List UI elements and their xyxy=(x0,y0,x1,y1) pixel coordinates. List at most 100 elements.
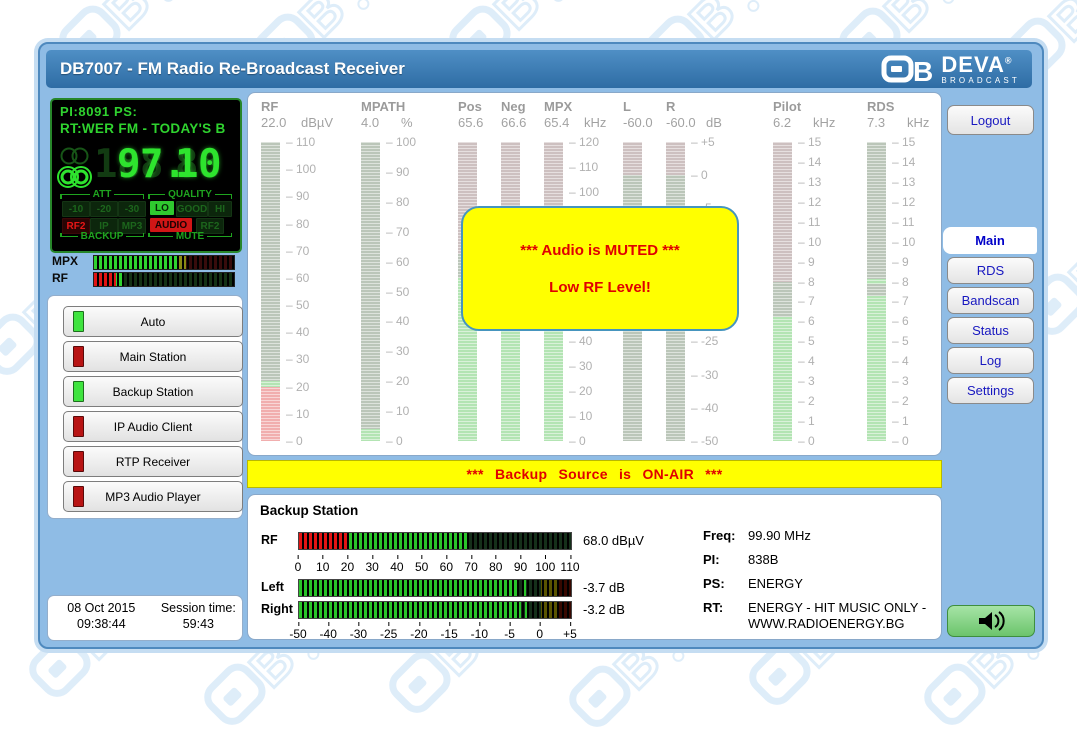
meter-tick-rds-2: – 2 xyxy=(892,394,909,408)
tuner-meters-panel: RF22.0dBµV– 110– 100– 90– 80– 70– 60– 50… xyxy=(247,92,942,456)
lcd-display: PI:8091 PS: RT:WER FM - TODAY'S B 18987.… xyxy=(50,98,242,253)
att-bracket: ATT xyxy=(60,189,144,200)
onair-banner: *** Backup Source is ON-AIR *** xyxy=(247,460,942,488)
source-button-rtp-receiver[interactable]: RTP Receiver xyxy=(63,446,243,477)
session-time-value: 59:43 xyxy=(155,617,242,631)
alert-line1: *** Audio is MUTED *** xyxy=(520,242,679,259)
meter-tick-rds-4: – 4 xyxy=(892,354,909,368)
meter-tick-pilot-6: – 6 xyxy=(798,314,815,328)
logout-button[interactable]: Logout xyxy=(947,105,1034,135)
mono-indicator-icon xyxy=(59,146,93,166)
tab-log[interactable]: Log xyxy=(947,347,1034,374)
lcd-indicator-quality-hi: HI xyxy=(208,201,232,217)
green-led-icon xyxy=(73,381,84,402)
backup-info-value-pi: 838B xyxy=(748,552,963,568)
meter-tick-rds-3: – 3 xyxy=(892,374,909,388)
meter-bar-pilot xyxy=(773,142,792,441)
meter-label-l: L xyxy=(623,99,631,114)
source-button-auto[interactable]: Auto xyxy=(63,306,243,337)
meter-label-rf: RF xyxy=(261,99,278,114)
meter-value-l: -60.0 xyxy=(623,115,663,130)
source-button-mp3-audio-player[interactable]: MP3 Audio Player xyxy=(63,481,243,512)
audio-muted-alert: *** Audio is MUTED *** Low RF Level! xyxy=(461,206,739,331)
meter-tick-rf-10: – 10 xyxy=(286,407,309,421)
meter-tick-rds-8: – 8 xyxy=(892,275,909,289)
backup-meter-value-left: -3.7 dB xyxy=(583,580,625,595)
source-button-main-station[interactable]: Main Station xyxy=(63,341,243,372)
meter-value-mpx: 65.4kHz xyxy=(544,115,606,130)
meter-tick-rf-110: – 110 xyxy=(286,135,315,149)
meter-tick-mpath-80: – 80 xyxy=(386,195,409,209)
source-button-ip-audio-client[interactable]: IP Audio Client xyxy=(63,411,243,442)
meter-tick-pilot-14: – 14 xyxy=(798,155,821,169)
meter-tick-mpath-70: – 70 xyxy=(386,225,409,239)
mini-meter-bar-mpx xyxy=(93,255,235,270)
backup-meter-label-left: Left xyxy=(261,580,284,594)
meter-tick-mpx-20: – 20 xyxy=(569,384,592,398)
meter-tick-rds-12: – 12 xyxy=(892,195,915,209)
tab-status[interactable]: Status xyxy=(947,317,1034,344)
source-button-backup-station[interactable]: Backup Station xyxy=(63,376,243,407)
meter-tick-pilot-13: – 13 xyxy=(798,175,821,189)
tab-settings[interactable]: Settings xyxy=(947,377,1034,404)
backup-meter-bar-rf xyxy=(298,532,572,550)
backup-meter-value-right: -3.2 dB xyxy=(583,602,625,617)
meter-label-rds: RDS xyxy=(867,99,894,114)
meter-tick-mpath-20: – 20 xyxy=(386,374,409,388)
frequency-digit: 1 xyxy=(94,141,117,189)
meter-tick-rf-70: – 70 xyxy=(286,244,309,258)
listen-speaker-button[interactable] xyxy=(947,605,1035,637)
backup-info-label-rt: RT: xyxy=(703,600,723,615)
app-window: DB7007 - FM Radio Re-Broadcast Receiver … xyxy=(38,42,1044,649)
alert-line2: Low RF Level! xyxy=(549,279,651,296)
meter-tick-rds-14: – 14 xyxy=(892,155,915,169)
svg-text:B: B xyxy=(874,0,942,42)
meter-tick-mpath-0: – 0 xyxy=(386,434,403,448)
meter-value-neg: 66.6 xyxy=(501,115,541,130)
backup-info-label-pi: PI: xyxy=(703,552,720,567)
meter-label-pilot: Pilot xyxy=(773,99,801,114)
quality-bracket: QUALITY xyxy=(148,189,232,200)
meter-tick-pilot-2: – 2 xyxy=(798,394,815,408)
meter-tick-pilot-5: – 5 xyxy=(798,334,815,348)
meter-tick-rds-10: – 10 xyxy=(892,235,915,249)
meter-tick-mpath-30: – 30 xyxy=(386,344,409,358)
meter-tick-rds-7: – 7 xyxy=(892,294,909,308)
backup-meter-bar-right xyxy=(298,601,572,619)
meter-tick-r-0: – 0 xyxy=(691,168,708,182)
frequency-digit: 87 xyxy=(140,141,163,189)
meter-tick-r-50: – -50 xyxy=(691,434,718,448)
clock-value: 09:38:44 xyxy=(48,617,155,631)
meter-tick-mpx-10: – 10 xyxy=(569,409,592,423)
backup-meter-label-right: Right xyxy=(261,602,293,616)
meter-tick-rds-11: – 11 xyxy=(892,215,914,229)
meter-tick-mpath-90: – 90 xyxy=(386,165,409,179)
meter-value-r: -60.0dB xyxy=(666,115,722,130)
datetime-panel: 08 Oct 2015 Session time: 09:38:44 59:43 xyxy=(47,595,243,641)
meter-tick-mpx-30: – 30 xyxy=(569,359,592,373)
meter-bar-rf xyxy=(261,142,280,441)
meter-tick-mpath-40: – 40 xyxy=(386,314,409,328)
meter-tick-rf-100: – 100 xyxy=(286,162,316,176)
lcd-indicator-att-30: -30 xyxy=(118,201,146,217)
meter-tick-mpx-100: – 100 xyxy=(569,185,599,199)
meter-tick-r-30: – -30 xyxy=(691,368,718,382)
meter-tick-r-5: – +5 xyxy=(691,135,715,149)
meter-value-mpath: 4.0% xyxy=(361,115,413,130)
red-led-icon xyxy=(73,346,84,367)
mini-meter-label-rf: RF xyxy=(52,271,68,285)
meter-tick-rf-30: – 30 xyxy=(286,352,309,366)
backup-info-label-freq: Freq: xyxy=(703,528,736,543)
source-buttons-panel: Auto Main Station Backup Station IP Audio C… xyxy=(47,295,243,519)
mute-bracket: MUTE xyxy=(148,231,232,242)
tab-bandscan[interactable]: Bandscan xyxy=(947,287,1034,314)
svg-text:B: B xyxy=(94,0,162,40)
meter-tick-mpath-50: – 50 xyxy=(386,285,409,299)
svg-text:B: B xyxy=(1039,0,1077,52)
tab-main[interactable]: Main xyxy=(943,227,1037,254)
deva-db-monogram-icon: B xyxy=(881,54,935,84)
tab-rds[interactable]: RDS xyxy=(947,257,1034,284)
backup-meter-bar-left xyxy=(298,579,572,597)
backup-info-value-freq: 99.90 MHz xyxy=(748,528,963,544)
frequency-digit: .. xyxy=(163,141,175,189)
